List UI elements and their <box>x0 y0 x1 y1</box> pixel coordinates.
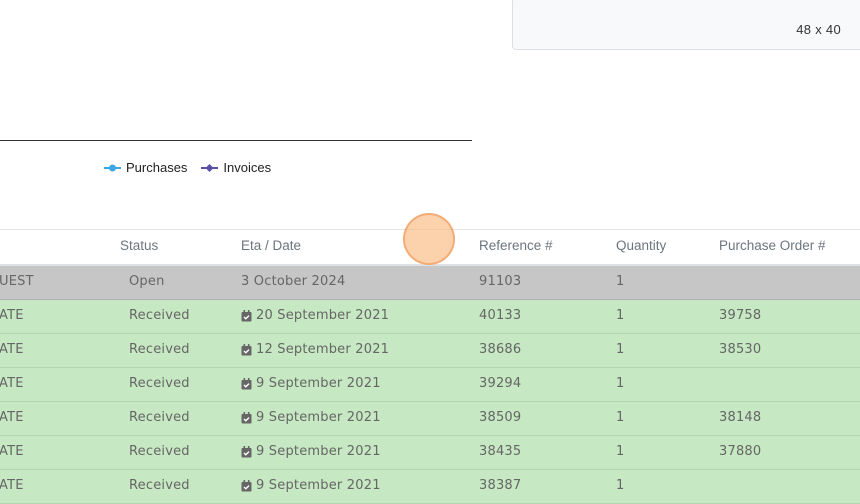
column-header-quantity[interactable]: Quantity <box>616 238 666 253</box>
cell-eta-date: 9 September 2021 <box>241 410 381 425</box>
click-indicator <box>403 213 455 265</box>
chart-x-axis <box>0 140 472 141</box>
legend-label-purchases: Purchases <box>126 160 188 175</box>
legend-item-invoices[interactable]: Invoices <box>201 160 271 175</box>
cell-date-text: 9 September 2021 <box>256 478 381 493</box>
legend-marker-purchases-icon <box>104 164 121 171</box>
cell-reference[interactable]: 38686 <box>479 342 521 357</box>
cell-eta-date: 9 September 2021 <box>241 376 381 391</box>
calendar-icon <box>241 377 252 390</box>
calendar-icon <box>241 343 252 356</box>
table-body: UEST Open 3 October 2024 91103 1 ATE Received 2… <box>0 266 860 504</box>
orders-table: Status Eta / Date Reference # Quantity P… <box>0 229 860 504</box>
cell-eta-date: 9 September 2021 <box>241 478 381 493</box>
calendar-icon <box>241 445 252 458</box>
cell-purchase-order[interactable]: 38530 <box>719 342 761 357</box>
cell-date-text: 9 September 2021 <box>256 444 381 459</box>
cell-eta-date: 3 October 2024 <box>241 274 345 289</box>
legend-item-purchases[interactable]: Purchases <box>104 160 187 175</box>
cell-quantity: 1 <box>616 478 625 493</box>
cell-purchase-order[interactable]: 39758 <box>719 308 761 323</box>
cell-status: Received <box>129 376 190 391</box>
cell-eta-date: 9 September 2021 <box>241 444 381 459</box>
dimension-text: 48 x 40 <box>796 22 841 37</box>
cell-quantity: 1 <box>616 410 625 425</box>
cell-status: Received <box>129 478 190 493</box>
cell-type: ATE <box>0 376 24 391</box>
cell-quantity: 1 <box>616 274 625 289</box>
cell-type: ATE <box>0 444 24 459</box>
cell-date-text: 3 October 2024 <box>241 274 346 289</box>
calendar-icon <box>241 309 252 322</box>
cell-eta-date: 20 September 2021 <box>241 308 389 323</box>
legend-marker-invoices-icon <box>201 163 219 172</box>
table-row[interactable]: ATE Received 9 September 2021 38435 1 37880 <box>0 436 860 470</box>
table-row[interactable]: UEST Open 3 October 2024 91103 1 <box>0 266 860 300</box>
cell-quantity: 1 <box>616 342 625 357</box>
cell-purchase-order[interactable]: 37880 <box>719 444 761 459</box>
calendar-icon <box>241 411 252 424</box>
table-row[interactable]: ATE Received 20 September 2021 40133 1 39758 <box>0 300 860 334</box>
legend-label-invoices: Invoices <box>223 160 272 175</box>
calendar-icon <box>241 479 252 492</box>
table-row[interactable]: ATE Received 9 September 2021 38387 1 <box>0 470 860 504</box>
table-row[interactable]: ATE Received 9 September 2021 38509 1 38148 <box>0 402 860 436</box>
cell-reference[interactable]: 40133 <box>479 308 521 323</box>
cell-status: Open <box>129 274 165 289</box>
column-header-eta-date[interactable]: Eta / Date <box>241 238 301 253</box>
dimension-panel: 48 x 40 <box>512 0 860 50</box>
cell-date-text: 20 September 2021 <box>256 308 390 323</box>
cell-eta-date: 12 September 2021 <box>241 342 389 357</box>
cell-status: Received <box>129 444 190 459</box>
cell-type: ATE <box>0 308 24 323</box>
cell-status: Received <box>129 342 190 357</box>
cell-reference[interactable]: 38435 <box>479 444 521 459</box>
cell-quantity: 1 <box>616 308 625 323</box>
column-header-status[interactable]: Status <box>120 238 158 253</box>
cell-type: ATE <box>0 342 24 357</box>
table-row[interactable]: ATE Received 12 September 2021 38686 1 38530 <box>0 334 860 368</box>
cell-purchase-order[interactable]: 38148 <box>719 410 761 425</box>
cell-date-text: 9 September 2021 <box>256 376 381 391</box>
cell-type: UEST <box>0 274 34 289</box>
cell-reference[interactable]: 91103 <box>479 274 521 289</box>
cell-date-text: 9 September 2021 <box>256 410 381 425</box>
cell-status: Received <box>129 410 190 425</box>
cell-type: ATE <box>0 410 24 425</box>
cell-reference[interactable]: 39294 <box>479 376 521 391</box>
cell-date-text: 12 September 2021 <box>256 342 390 357</box>
cell-quantity: 1 <box>616 444 625 459</box>
cell-type: ATE <box>0 478 24 493</box>
table-row[interactable]: ATE Received 9 September 2021 39294 1 <box>0 368 860 402</box>
column-header-reference[interactable]: Reference # <box>479 238 553 253</box>
cell-reference[interactable]: 38387 <box>479 478 521 493</box>
cell-status: Received <box>129 308 190 323</box>
cell-quantity: 1 <box>616 376 625 391</box>
chart-legend: Purchases Invoices <box>104 160 271 175</box>
cell-reference[interactable]: 38509 <box>479 410 521 425</box>
column-header-purchase-order[interactable]: Purchase Order # <box>719 238 826 253</box>
